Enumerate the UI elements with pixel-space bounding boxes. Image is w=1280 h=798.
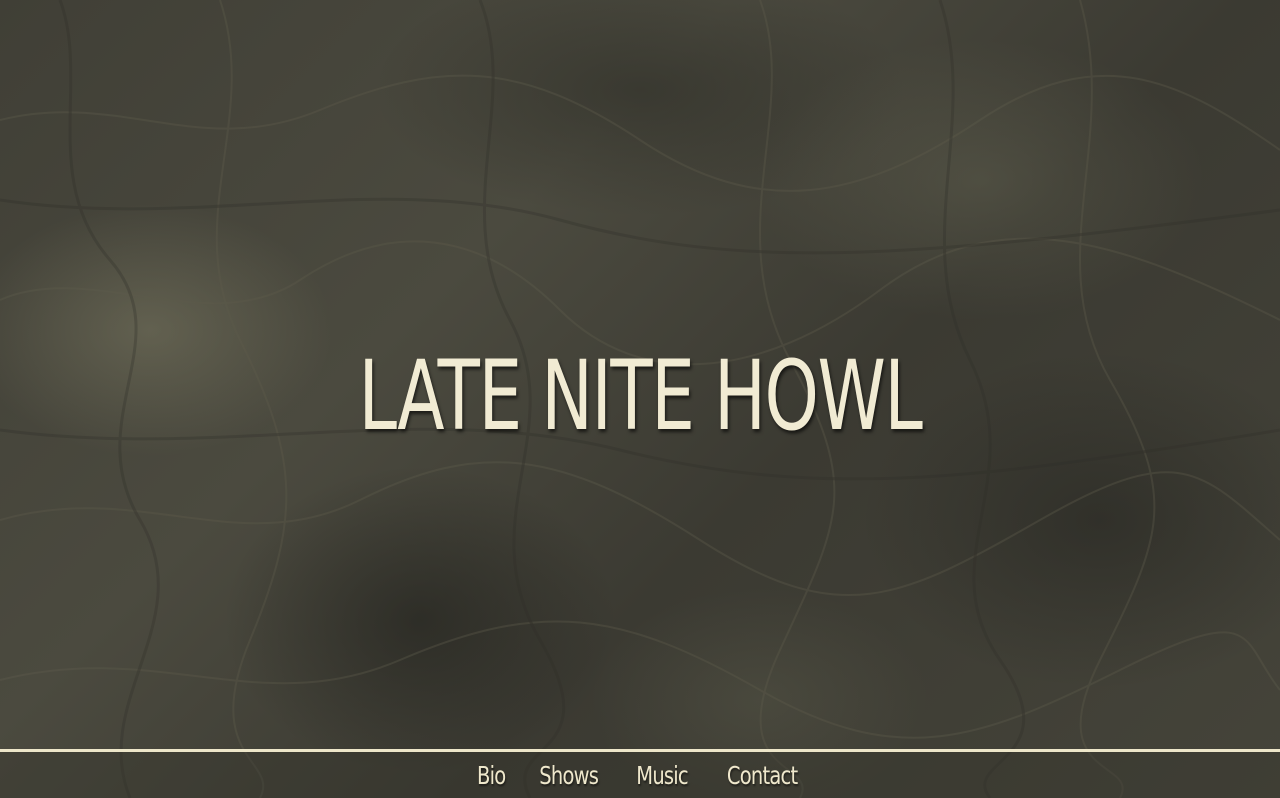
page-background: LATE NITE HOWL Bio Shows Music Contact xyxy=(0,0,1280,798)
nav-link-music[interactable]: Music xyxy=(636,761,688,791)
nav-list: Bio Shows Music Contact xyxy=(0,761,1280,791)
nav-link-shows[interactable]: Shows xyxy=(540,761,600,791)
band-name-title: LATE NITE HOWL xyxy=(358,340,923,452)
nav-link-contact[interactable]: Contact xyxy=(727,761,798,791)
footer-navigation: Bio Shows Music Contact xyxy=(0,749,1280,798)
nav-link-bio[interactable]: Bio xyxy=(477,761,506,791)
